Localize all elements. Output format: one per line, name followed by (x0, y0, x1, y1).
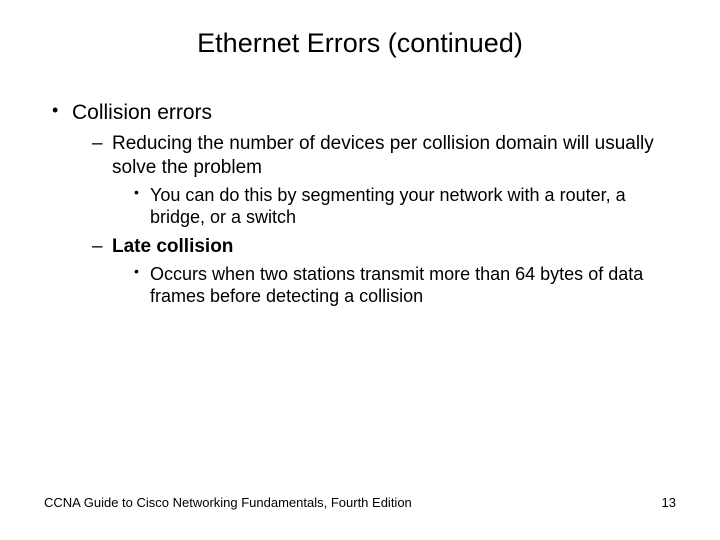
list-item: Late collision Occurs when two stations … (92, 235, 676, 308)
list-item: You can do this by segmenting your netwo… (134, 184, 676, 229)
slide-footer: CCNA Guide to Cisco Networking Fundament… (44, 495, 676, 510)
bullet-text: You can do this by segmenting your netwo… (150, 185, 626, 228)
bullet-list-level2: Reducing the number of devices per colli… (72, 132, 676, 307)
footer-source: CCNA Guide to Cisco Networking Fundament… (44, 495, 412, 510)
bullet-list-level1: Collision errors Reducing the number of … (44, 99, 676, 308)
bullet-text: Late collision (112, 236, 233, 257)
slide-title: Ethernet Errors (continued) (44, 28, 676, 59)
bullet-text: Reducing the number of devices per colli… (112, 133, 654, 178)
list-item: Collision errors Reducing the number of … (44, 99, 676, 308)
list-item: Reducing the number of devices per colli… (92, 132, 676, 229)
bullet-text: Collision errors (72, 101, 212, 124)
bullet-list-level3: Occurs when two stations transmit more t… (112, 263, 676, 308)
bullet-text: Occurs when two stations transmit more t… (150, 264, 643, 307)
page-number: 13 (662, 495, 676, 510)
bullet-list-level3: You can do this by segmenting your netwo… (112, 184, 676, 229)
list-item: Occurs when two stations transmit more t… (134, 263, 676, 308)
